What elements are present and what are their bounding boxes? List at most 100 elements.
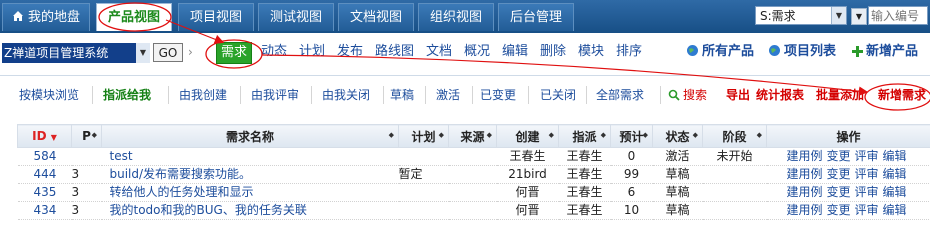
menu-order[interactable]: 排序 xyxy=(616,44,642,60)
tab-test-view[interactable]: 测试视图 xyxy=(258,3,334,31)
filter-draft[interactable]: 草稿 xyxy=(390,88,414,102)
row-source xyxy=(448,183,497,202)
search-input[interactable] xyxy=(868,6,928,25)
col-stage[interactable]: 阶段 ◆ xyxy=(702,124,767,148)
product-select[interactable]: Z禅道项目管理系统 ▼ xyxy=(2,43,150,63)
col-priority[interactable]: P ◆ xyxy=(71,124,102,148)
divider xyxy=(472,86,473,104)
row-source xyxy=(448,147,497,166)
row-name[interactable]: build/发布需要搜索功能。 xyxy=(101,165,399,184)
row-id[interactable]: 444 xyxy=(17,165,72,184)
row-name[interactable]: test xyxy=(101,147,399,166)
filter-changed[interactable]: 已变更 xyxy=(480,88,516,102)
divider xyxy=(383,86,384,104)
filter-closed-by-me[interactable]: 由我关闭 xyxy=(322,88,370,102)
row-assignee: 王春生 xyxy=(558,183,611,202)
change-link[interactable]: 变更 xyxy=(826,203,850,217)
edit-link[interactable]: 编辑 xyxy=(883,167,907,181)
row-plan xyxy=(398,201,449,220)
filter-all-stories[interactable]: 全部需求 xyxy=(596,88,644,102)
search-filter-link[interactable]: 搜索 xyxy=(668,88,707,102)
edit-link[interactable]: 编辑 xyxy=(883,203,907,217)
tab-my-dashboard[interactable]: 我的地盘 xyxy=(2,3,90,31)
review-link[interactable]: 评审 xyxy=(855,203,879,217)
menu-release[interactable]: 发布 xyxy=(337,44,363,60)
filter-assigned-to-me[interactable]: 指派给我 xyxy=(103,88,151,102)
tab-org-view[interactable]: 组织视图 xyxy=(418,3,494,31)
tab-project-view[interactable]: 项目视图 xyxy=(178,3,254,31)
batch-add-button[interactable]: 批量添加 xyxy=(816,88,864,102)
add-product-link[interactable]: 新增产品 xyxy=(852,44,918,60)
col-creator[interactable]: 创建 ◆ xyxy=(496,124,559,148)
link-label: 所有产品 xyxy=(702,44,755,59)
filter-closed[interactable]: 已关闭 xyxy=(540,88,576,102)
link-label: 新增产品 xyxy=(866,44,919,59)
table-row: 435 3 转给他人的任务处理和显示 何晋 王春生 6 草稿 建用例 变更 评审 编辑 xyxy=(17,183,930,202)
col-id[interactable]: ID ▼ xyxy=(17,124,72,148)
change-link[interactable]: 变更 xyxy=(826,185,850,199)
create-case-link[interactable]: 建用例 xyxy=(786,149,822,163)
chevron-down-icon: ▼ xyxy=(831,7,846,24)
tab-label: 组织视图 xyxy=(429,10,482,25)
search-go-icon[interactable]: ▼ xyxy=(851,8,867,25)
row-id[interactable]: 584 xyxy=(17,147,72,166)
change-link[interactable]: 变更 xyxy=(826,167,850,181)
menu-plan[interactable]: 计划 xyxy=(299,44,325,60)
search-type-select[interactable]: S:需求 ▼ xyxy=(755,6,847,25)
menu-roadmap[interactable]: 路线图 xyxy=(375,44,414,60)
globe-icon xyxy=(769,45,780,56)
col-status[interactable]: 状态 ◆ xyxy=(652,124,703,148)
project-list-link[interactable]: 项目列表 xyxy=(768,44,836,60)
row-creator: 王春生 xyxy=(496,147,559,166)
divider xyxy=(660,86,661,104)
all-products-link[interactable]: 所有产品 xyxy=(686,44,754,60)
menu-story[interactable]: 需求 xyxy=(216,42,253,64)
row-source xyxy=(448,201,497,220)
menu-delete[interactable]: 删除 xyxy=(540,44,566,60)
col-estimate[interactable]: 预计 ◆ xyxy=(610,124,653,148)
menu-edit[interactable]: 编辑 xyxy=(502,44,528,60)
col-name[interactable]: 需求名称 ◆ xyxy=(101,124,399,148)
edit-link[interactable]: 编辑 xyxy=(883,185,907,199)
change-link[interactable]: 变更 xyxy=(826,149,850,163)
col-plan[interactable]: 计划 ◆ xyxy=(398,124,449,148)
create-case-link[interactable]: 建用例 xyxy=(786,185,822,199)
filter-reviewed-by-me[interactable]: 由我评审 xyxy=(251,88,299,102)
header-label: ID xyxy=(32,129,47,143)
create-case-link[interactable]: 建用例 xyxy=(786,167,822,181)
tab-label: 我的地盘 xyxy=(27,10,80,25)
tab-doc-view[interactable]: 文档视图 xyxy=(338,3,414,31)
filter-by-module[interactable]: 按模块浏览 xyxy=(19,88,79,102)
menu-dynamic[interactable]: 动态 xyxy=(261,44,287,60)
filter-active[interactable]: 激活 xyxy=(436,88,460,102)
review-link[interactable]: 评审 xyxy=(855,149,879,163)
create-case-link[interactable]: 建用例 xyxy=(786,203,822,217)
menu-overview[interactable]: 概况 xyxy=(464,44,490,60)
row-actions: 建用例 变更 评审 编辑 xyxy=(766,165,930,184)
col-source[interactable]: 来源 ◆ xyxy=(448,124,497,148)
row-name[interactable]: 我的todo和我的BUG、我的任务关联 xyxy=(101,201,399,220)
header-label: 操作 xyxy=(836,129,861,144)
header-label: P xyxy=(82,129,91,143)
header-label: 创建 xyxy=(515,129,540,144)
review-link[interactable]: 评审 xyxy=(855,185,879,199)
menu-module[interactable]: 模块 xyxy=(578,44,604,60)
tab-product-view[interactable]: 产品视图 xyxy=(96,3,172,31)
report-button[interactable]: 统计报表 xyxy=(756,88,804,102)
sort-icon: ◆ xyxy=(600,131,606,139)
tab-admin[interactable]: 后台管理 xyxy=(498,3,574,31)
col-assignee[interactable]: 指派 ◆ xyxy=(558,124,611,148)
row-name[interactable]: 转给他人的任务处理和显示 xyxy=(101,183,399,202)
edit-link[interactable]: 编辑 xyxy=(883,149,907,163)
go-button[interactable]: GO xyxy=(153,43,183,62)
header-label: 需求名称 xyxy=(225,129,274,144)
row-stage: 未开始 xyxy=(702,147,767,166)
row-id[interactable]: 434 xyxy=(17,201,72,220)
story-table: ID ▼ P ◆ 需求名称 ◆ 计划 ◆ 来源 ◆ 创建 ◆ 指派 ◆ 预计 ◆ 状态 ◆ 阶段… xyxy=(17,124,930,220)
export-button[interactable]: 导出 xyxy=(726,88,750,102)
menu-doc[interactable]: 文档 xyxy=(426,44,452,60)
review-link[interactable]: 评审 xyxy=(855,167,879,181)
add-story-button[interactable]: 新增需求 xyxy=(878,88,926,102)
row-id[interactable]: 435 xyxy=(17,183,72,202)
filter-created-by-me[interactable]: 由我创建 xyxy=(179,88,227,102)
